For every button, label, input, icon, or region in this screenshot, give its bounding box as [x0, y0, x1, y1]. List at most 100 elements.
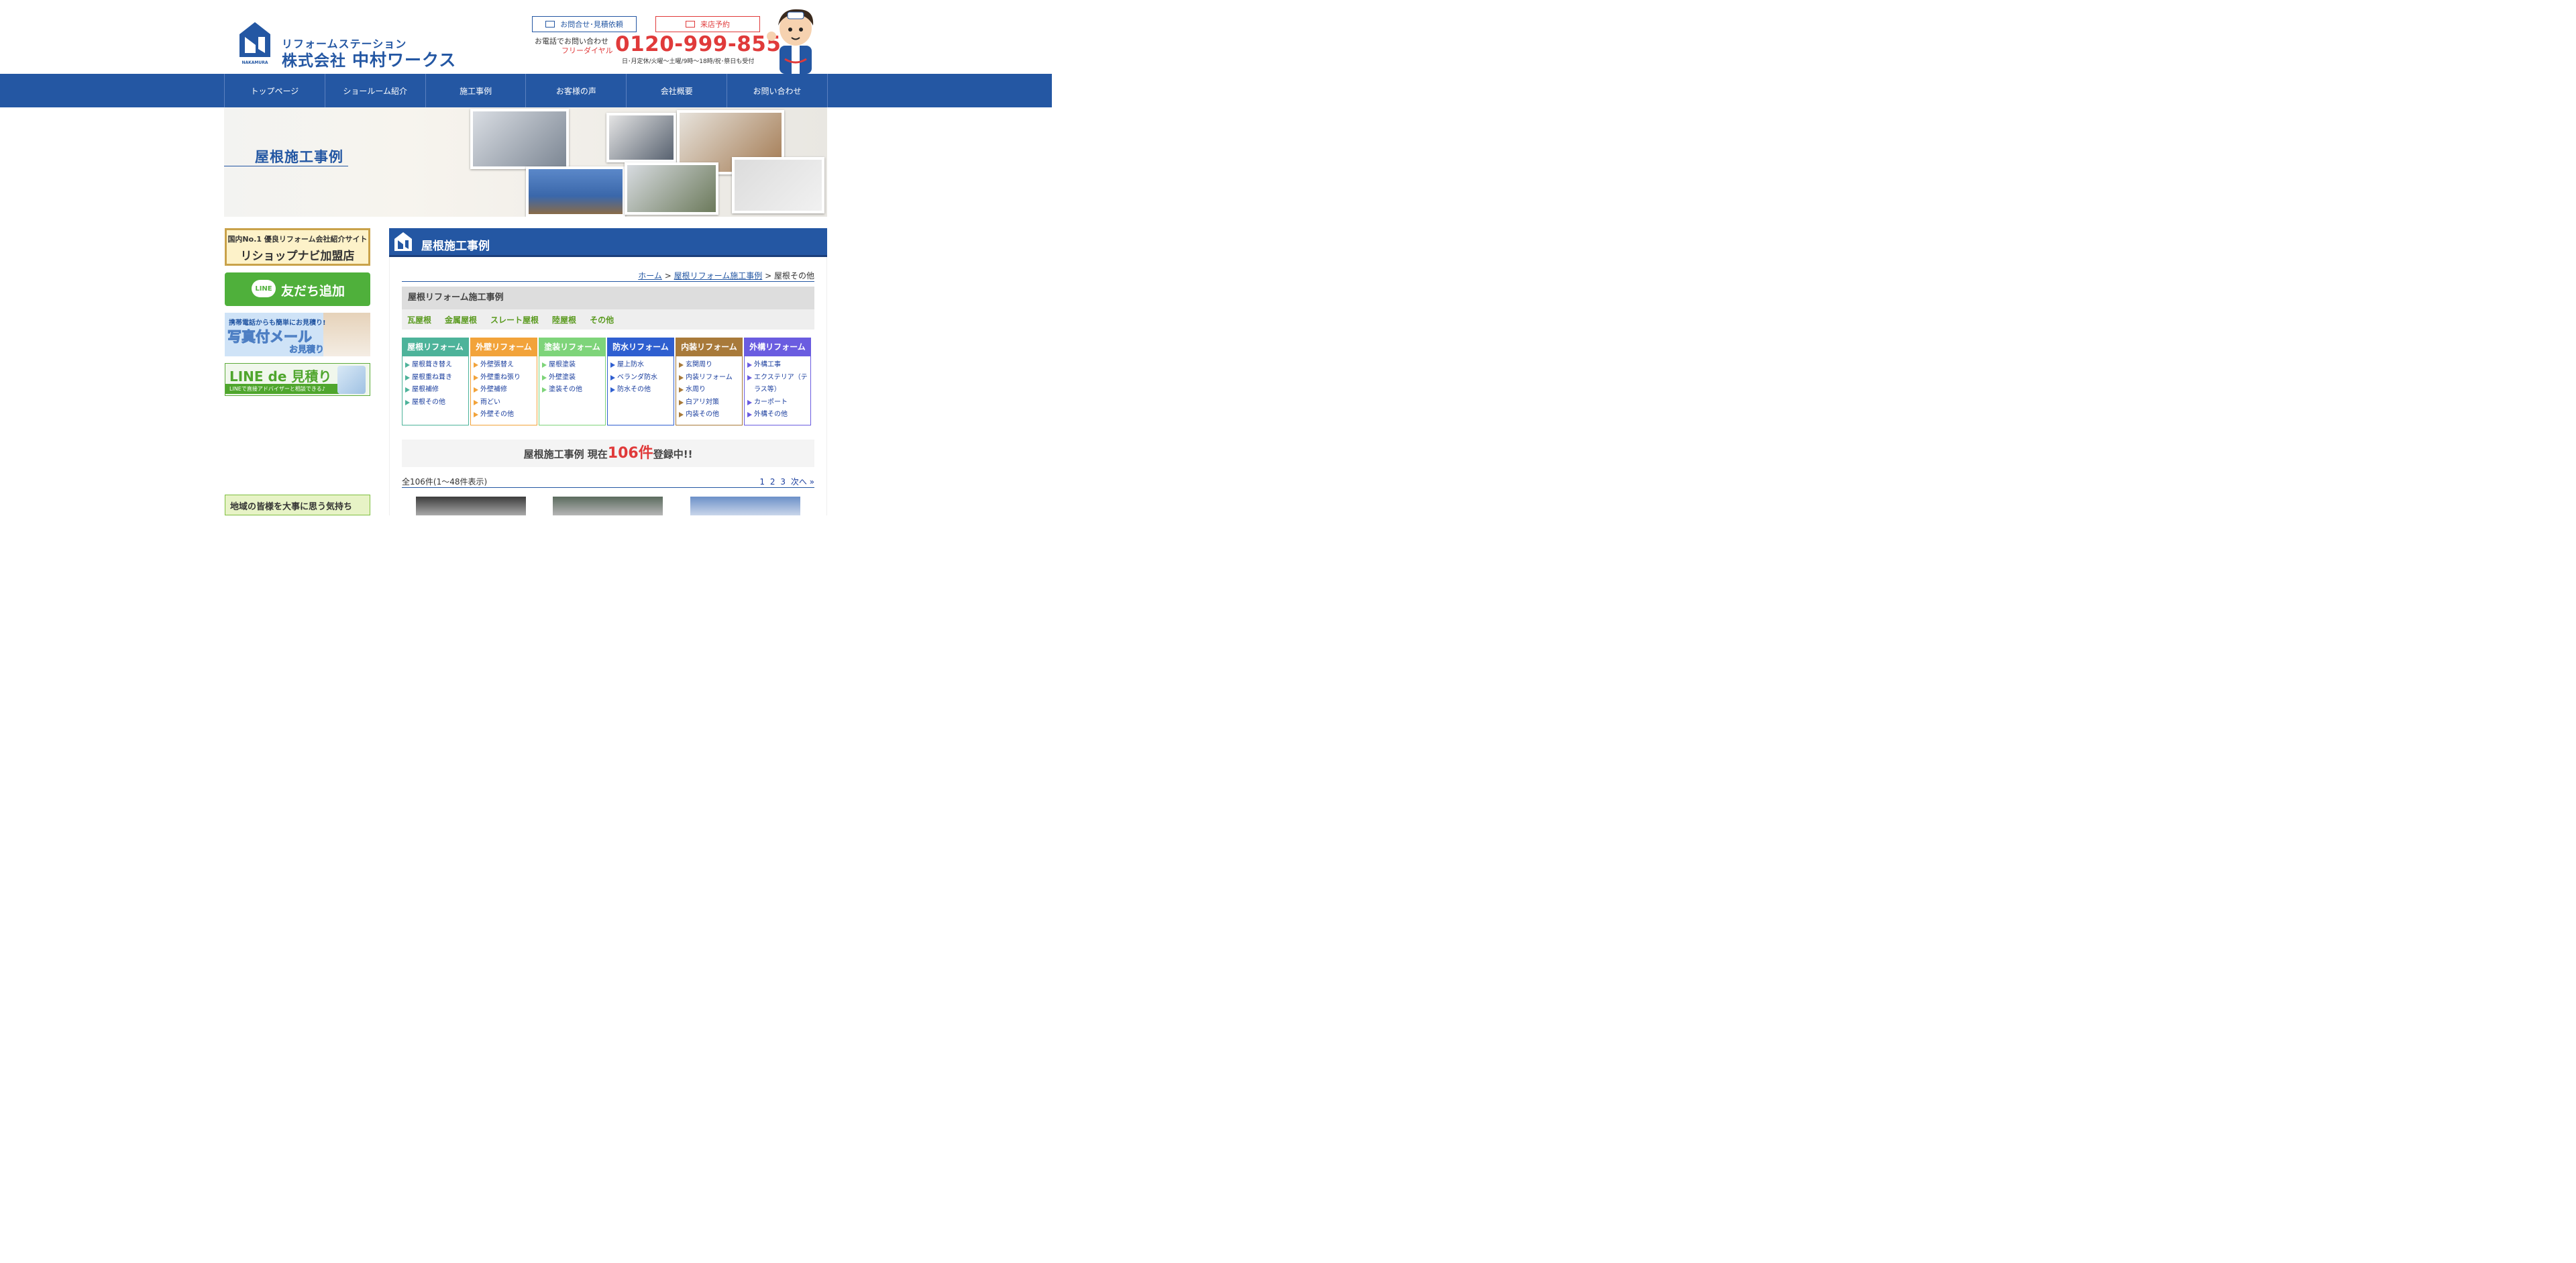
category-column-link[interactable]: 外壁張替え: [474, 359, 534, 372]
case-thumbnail[interactable]: [690, 497, 800, 515]
main-title: 屋根施工事例: [421, 240, 490, 253]
phone-lead-main: お電話でお問い合わせ: [535, 37, 608, 46]
store-visit-button[interactable]: 来店予約: [655, 16, 760, 32]
category-link-tile[interactable]: 瓦屋根: [407, 314, 431, 325]
case-thumbnail[interactable]: [553, 497, 663, 515]
site-header: NAKAMURA リフォームステーション 株式会社 中村ワークス お問合せ･見積…: [0, 0, 1052, 74]
category-column-link[interactable]: 屋根その他: [405, 397, 466, 409]
reshop-navi-banner[interactable]: 国内No.1 優良リフォーム会社紹介サイト リショップナビ加盟店: [225, 228, 370, 266]
category-column-link[interactable]: 外壁重ね張り: [474, 372, 534, 385]
category-column-link[interactable]: 内装その他: [679, 409, 739, 421]
case-thumbnail[interactable]: [416, 497, 526, 515]
category-column-title[interactable]: 防水リフォーム: [608, 338, 674, 356]
global-nav: トップページ ショールーム紹介 施工事例 お客様の声 会社概要 お問い合わせ: [0, 74, 1052, 107]
count-value: 106件: [607, 445, 653, 462]
category-column: 防水リフォーム 屋上防水 ベランダ防水 防水その他: [607, 338, 674, 425]
company-logo-icon: [394, 232, 412, 251]
category-column: 屋根リフォーム 屋根葺き替え 屋根重ね葺き 屋根補修 屋根その他: [402, 338, 469, 425]
nav-item-contact[interactable]: お問い合わせ: [727, 74, 828, 107]
breadcrumb-home[interactable]: ホーム: [638, 271, 662, 281]
page-link-1[interactable]: 1: [759, 477, 765, 487]
category-column-link[interactable]: 外構その他: [747, 409, 808, 421]
page-link-2[interactable]: 2: [770, 477, 775, 487]
category-column-title[interactable]: 内装リフォーム: [676, 338, 742, 356]
community-banner[interactable]: 地域の皆様を大事に思う気持ち: [225, 495, 370, 515]
total-count-text: 全106件(1～48件表示): [402, 477, 488, 487]
category-column-link[interactable]: 白アリ対策: [679, 397, 739, 409]
category-column-link[interactable]: 玄関周り: [679, 359, 739, 372]
breadcrumb-separator: >: [765, 271, 772, 281]
line-add-friend-text: 友だち追加: [281, 284, 345, 299]
hero-photo-worker-2: [606, 113, 676, 162]
nav-item-top[interactable]: トップページ: [225, 74, 325, 107]
category-column-link[interactable]: 塗装その他: [542, 384, 602, 397]
page-link-3[interactable]: 3: [780, 477, 786, 487]
category-link-other[interactable]: その他: [590, 314, 614, 325]
category-column-link[interactable]: ベランダ防水: [610, 372, 671, 385]
category-column: 塗装リフォーム 屋根塗装 外壁塗装 塗装その他: [539, 338, 606, 425]
store-visit-label: 来店予約: [700, 20, 730, 29]
business-hours: 日･月定休/火曜～土曜/9時～18時/祝･祭日も受付: [622, 58, 755, 65]
company-logo-icon[interactable]: NAKAMURA: [239, 22, 270, 65]
category-column-link[interactable]: 屋根重ね葺き: [405, 372, 466, 385]
nav-item-company[interactable]: 会社概要: [627, 74, 728, 107]
category-column-title[interactable]: 外構リフォーム: [745, 338, 810, 356]
hero-title: 屋根施工事例: [255, 149, 343, 165]
category-column-list: 屋上防水 ベランダ防水 防水その他: [608, 356, 674, 397]
category-column-link[interactable]: 外壁補修: [474, 384, 534, 397]
category-column-link[interactable]: 外壁塗装: [542, 372, 602, 385]
category-link-metal[interactable]: 金属屋根: [445, 314, 477, 325]
category-column-link[interactable]: 屋根補修: [405, 384, 466, 397]
category-column-list: 屋根塗装 外壁塗装 塗装その他: [539, 356, 605, 397]
breadcrumb-current: 屋根その他: [773, 271, 814, 281]
envelope-icon: [686, 21, 695, 28]
nav-item-showroom[interactable]: ショールーム紹介: [325, 74, 426, 107]
reform-category-columns: 屋根リフォーム 屋根葺き替え 屋根重ね葺き 屋根補修 屋根その他 外壁リフォーム 外壁張替え…: [402, 338, 811, 425]
line-estimate-banner[interactable]: LINE de 見積り LINEで直接アドバイザーと相談できる♪: [225, 363, 370, 396]
reshop-banner-main: リショップナビ加盟店: [240, 250, 355, 263]
community-banner-text: 地域の皆様を大事に思う気持ち: [230, 502, 353, 512]
reshop-banner-top: 国内No.1 優良リフォーム会社紹介サイト: [227, 235, 368, 244]
photo-mail-estimate-banner[interactable]: 携帯電話からも簡単にお見積り! 写真付メール お見積り: [225, 313, 370, 356]
page-next-link[interactable]: 次へ »: [791, 477, 814, 487]
hero-photo-roof: [526, 166, 625, 217]
logo-company-name[interactable]: 株式会社 中村ワークス: [282, 47, 456, 71]
category-column-link[interactable]: 屋上防水: [610, 359, 671, 372]
phone-number[interactable]: 0120-999-855: [615, 32, 781, 56]
photo-mail-top: 携帯電話からも簡単にお見積り!: [229, 319, 326, 327]
category-column-link[interactable]: 防水その他: [610, 384, 671, 397]
line-add-friend-banner[interactable]: LINE 友だち追加: [225, 272, 370, 306]
category-column-link[interactable]: 雨どい: [474, 397, 534, 409]
phone-free-dial: フリーダイヤル: [561, 46, 613, 55]
breadcrumb: ホーム > 屋根リフォーム施工事例 > 屋根その他: [402, 270, 814, 282]
category-heading: 屋根リフォーム施工事例: [402, 287, 814, 309]
breadcrumb-parent[interactable]: 屋根リフォーム施工事例: [674, 271, 763, 281]
registered-count-box: 屋根施工事例 現在106件登録中!!: [402, 440, 814, 467]
photo-mail-sub: お見積り: [289, 345, 325, 356]
category-column-title[interactable]: 塗装リフォーム: [539, 338, 605, 356]
contact-estimate-button[interactable]: お問合せ･見積依頼: [532, 16, 637, 32]
banner-woman-photo: [323, 313, 370, 356]
envelope-icon: [545, 21, 555, 28]
category-column-link[interactable]: 内装リフォーム: [679, 372, 739, 385]
nav-item-voice[interactable]: お客様の声: [526, 74, 627, 107]
category-column-title[interactable]: 外壁リフォーム: [471, 338, 537, 356]
category-column-link[interactable]: 外構工事: [747, 359, 808, 372]
category-link-slate[interactable]: スレート屋根: [490, 314, 539, 325]
smartphone-icon: [337, 366, 366, 394]
category-column-list: 外構工事 エクステリア（テラス等） カーポート 外構その他: [745, 356, 810, 421]
category-column-link[interactable]: 水周り: [679, 384, 739, 397]
category-column-list: 屋根葺き替え 屋根重ね葺き 屋根補修 屋根その他: [402, 356, 468, 409]
category-link-flat[interactable]: 陸屋根: [552, 314, 576, 325]
category-column-link[interactable]: 屋根塗装: [542, 359, 602, 372]
category-column-link[interactable]: 屋根葺き替え: [405, 359, 466, 372]
hero-banner: 屋根施工事例: [224, 107, 827, 217]
phone-lead-text: お電話でお問い合わせ フリーダイヤル: [535, 37, 613, 56]
nav-item-works[interactable]: 施工事例: [426, 74, 527, 107]
category-column-link[interactable]: カーポート: [747, 397, 808, 409]
category-column-link[interactable]: 外壁その他: [474, 409, 534, 421]
pagination: 1 2 3 次へ »: [757, 476, 814, 487]
category-column-title[interactable]: 屋根リフォーム: [402, 338, 468, 356]
category-column-link[interactable]: エクステリア（テラス等）: [747, 372, 808, 397]
hero-photo-worker-1: [470, 109, 569, 169]
